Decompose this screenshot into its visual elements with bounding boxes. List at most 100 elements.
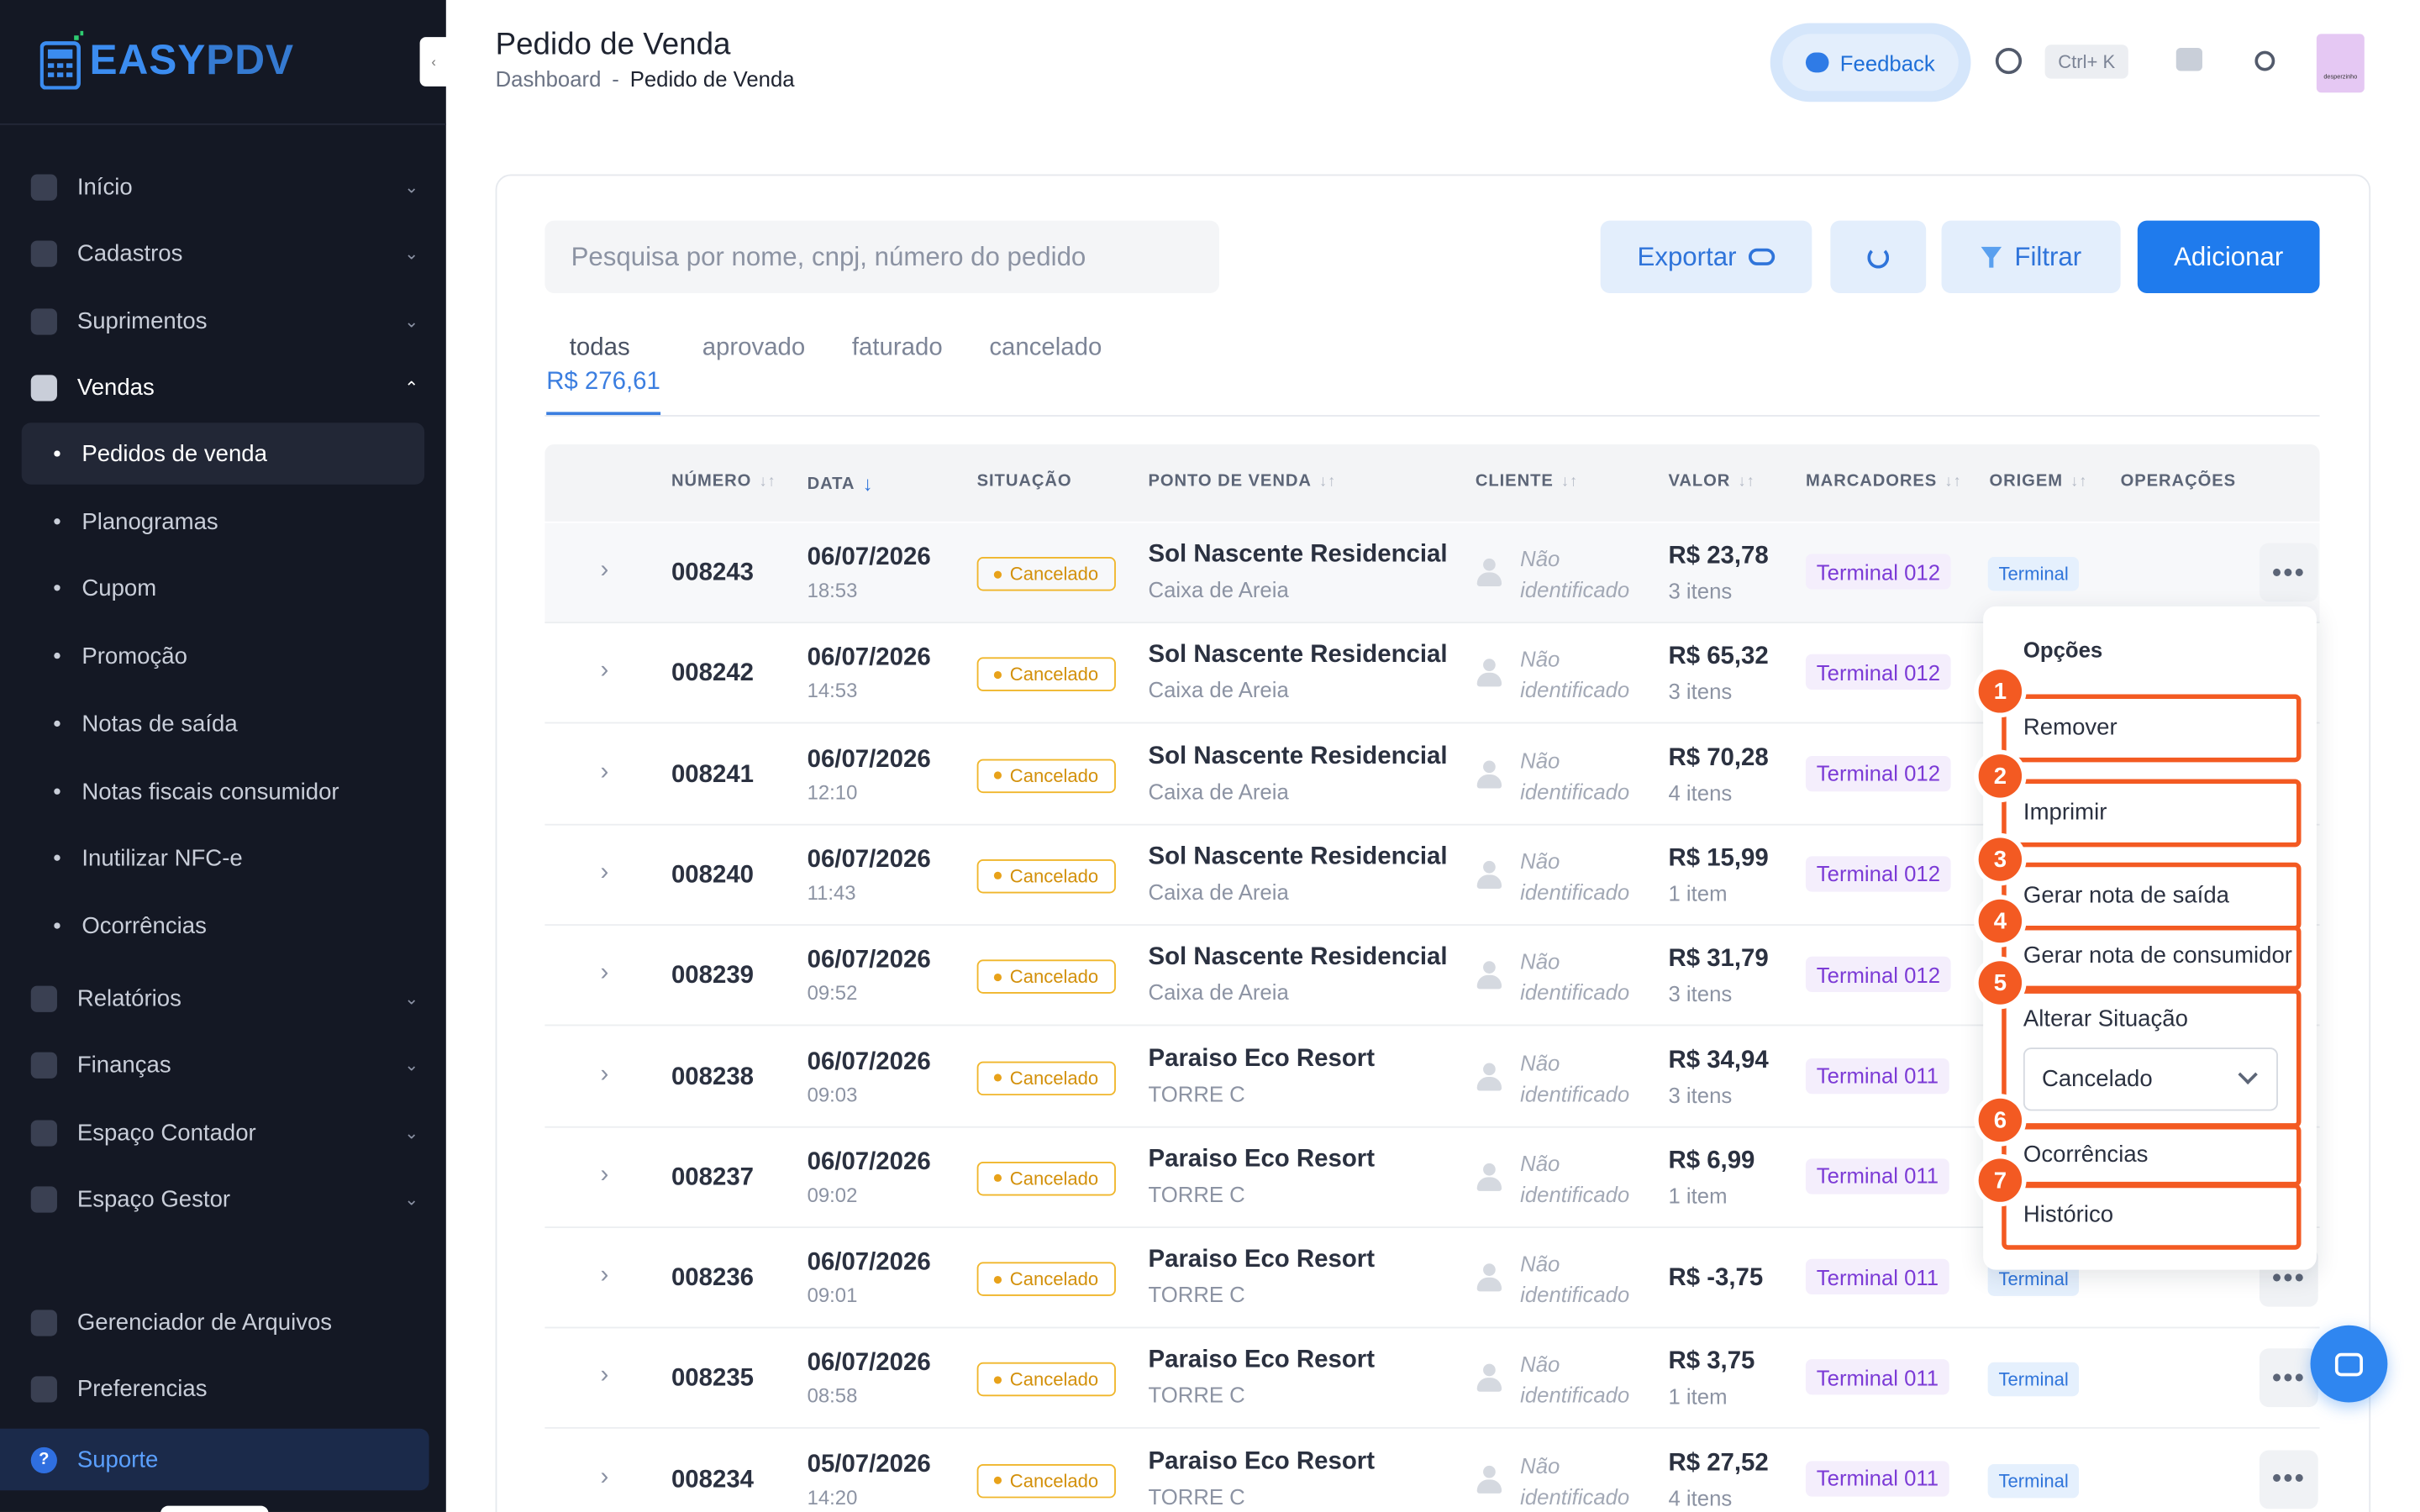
sidebar-subitem-cupom[interactable]: Cupom bbox=[22, 557, 424, 618]
sidebar-subitem-inutilizar-nfce[interactable]: Inutilizar NFC-e bbox=[22, 827, 424, 888]
sidebar-item-espaco-contador[interactable]: Espaço Contador ⌄ bbox=[0, 1101, 446, 1163]
user-icon bbox=[1476, 659, 1502, 687]
feedback-button[interactable]: Feedback bbox=[1770, 23, 1971, 102]
breadcrumb-dashboard[interactable]: Dashboard bbox=[496, 66, 602, 91]
more-options-icon[interactable]: ••• bbox=[2259, 1449, 2318, 1509]
sidebar-subitem-notas-fiscais-consumidor[interactable]: Notas fiscais consumidor bbox=[22, 760, 424, 822]
avatar[interactable]: desperzinho bbox=[2316, 34, 2365, 93]
expand-chevron-icon[interactable]: › bbox=[600, 859, 608, 887]
expand-chevron-icon[interactable]: › bbox=[600, 557, 608, 585]
breadcrumb-separator: - bbox=[612, 66, 619, 92]
client-line-2: identificado bbox=[1520, 778, 1630, 804]
point-of-sale-name: Paraiso Eco Resort bbox=[1148, 1347, 1376, 1374]
order-time: 09:02 bbox=[807, 1183, 858, 1206]
search-icon[interactable] bbox=[1995, 47, 2023, 75]
sidebar-item-suporte[interactable]: ? Suporte bbox=[0, 1428, 429, 1491]
filter-button[interactable]: Filtrar bbox=[1941, 220, 2121, 293]
highlight-box-ocorrencias bbox=[2002, 1124, 2302, 1187]
expand-chevron-icon[interactable]: › bbox=[600, 658, 608, 685]
sidebar-subitem-label: Planogramas bbox=[82, 508, 218, 535]
table-row[interactable]: › 008235 06/07/2026 08:58 Cancelado Paraiso E… bbox=[544, 1329, 2320, 1430]
sidebar-subitem-ocorrencias[interactable]: Ocorrências bbox=[22, 895, 424, 956]
export-button[interactable]: Exportar bbox=[1600, 220, 1812, 293]
column-marcadores[interactable]: MARCADORES ↓↑ bbox=[1806, 472, 1962, 491]
theme-toggle-icon[interactable] bbox=[2254, 50, 2275, 71]
pos-terminal-icon bbox=[39, 30, 84, 90]
logo[interactable]: EASYPDV bbox=[39, 30, 294, 90]
sidebar-item-suprimentos[interactable]: Suprimentos ⌄ bbox=[0, 290, 446, 351]
search-input[interactable] bbox=[544, 220, 1219, 293]
column-data[interactable]: DATA ↓ bbox=[808, 472, 874, 496]
bullet-icon bbox=[54, 720, 60, 727]
client-line-1: Não bbox=[1520, 1049, 1560, 1075]
sidebar-item-inicio[interactable]: Início ⌄ bbox=[0, 156, 446, 218]
more-options-icon[interactable]: ••• bbox=[2259, 543, 2318, 602]
sidebar-collapse-button[interactable]: ‹ bbox=[419, 37, 448, 87]
column-numero[interactable]: NÚMERO ↓↑ bbox=[671, 472, 776, 491]
sidebar-subitem-planogramas[interactable]: Planogramas bbox=[22, 491, 424, 552]
expand-chevron-icon[interactable]: › bbox=[600, 1162, 608, 1189]
sidebar-item-financas[interactable]: Finanças ⌄ bbox=[0, 1034, 446, 1095]
tab-aprovado[interactable]: aprovado bbox=[702, 335, 806, 363]
chevron-down-icon: ⌄ bbox=[404, 312, 419, 331]
sidebar-item-label: Suprimentos bbox=[76, 307, 208, 334]
point-of-sale-name: Sol Nascente Residencial bbox=[1148, 944, 1448, 971]
sidebar-item-preferencias[interactable]: Preferencias bbox=[0, 1357, 446, 1419]
sidebar-item-cadastros[interactable]: Cadastros ⌄ bbox=[0, 222, 446, 283]
column-origem[interactable]: ORIGEM ↓↑ bbox=[1990, 472, 2088, 491]
marker-tag: Terminal 012 bbox=[1805, 654, 1951, 690]
sidebar-item-gerenciador-arquivos[interactable]: Gerenciador de Arquivos bbox=[0, 1291, 446, 1352]
column-label: ORIGEM bbox=[1989, 472, 2063, 491]
sidebar-footer-pill bbox=[160, 1505, 269, 1512]
sidebar-subitem-promocao[interactable]: Promoção bbox=[22, 625, 424, 686]
sidebar-subitem-pedidos-de-venda[interactable]: Pedidos de venda bbox=[21, 423, 425, 485]
client-name: Não identificado bbox=[1520, 1047, 1659, 1108]
more-options-icon[interactable]: ••• bbox=[2259, 1348, 2318, 1408]
status-label: Cancelado bbox=[1009, 1268, 1099, 1290]
table-row[interactable]: › 008234 05/07/2026 14:20 Cancelado Paraiso E… bbox=[544, 1430, 2319, 1512]
order-number: 008240 bbox=[671, 862, 755, 889]
refresh-button[interactable] bbox=[1830, 220, 1927, 293]
status-dot-icon bbox=[994, 771, 1002, 780]
messages-icon[interactable] bbox=[2175, 47, 2202, 71]
chat-icon bbox=[2334, 1352, 2363, 1376]
column-cliente[interactable]: CLIENTE ↓↑ bbox=[1476, 472, 1578, 491]
expand-chevron-icon[interactable]: › bbox=[600, 960, 608, 988]
status-badge: Cancelado bbox=[976, 858, 1116, 894]
column-ponto-de-venda[interactable]: PONTO DE VENDA ↓↑ bbox=[1149, 472, 1337, 491]
highlight-box-gerar-nota-consumidor bbox=[2002, 926, 2302, 991]
client-line-2: identificado bbox=[1520, 1483, 1630, 1509]
status-badge: Cancelado bbox=[976, 557, 1116, 591]
point-of-sale-location: TORRE C bbox=[1148, 1383, 1245, 1408]
expand-chevron-icon[interactable]: › bbox=[600, 1363, 608, 1391]
add-button[interactable]: Adicionar bbox=[2137, 220, 2320, 293]
chat-support-button[interactable] bbox=[2310, 1325, 2388, 1403]
column-valor[interactable]: VALOR ↓↑ bbox=[1668, 472, 1754, 491]
client-name: Não identificado bbox=[1520, 643, 1659, 705]
expand-chevron-icon[interactable]: › bbox=[600, 1061, 608, 1089]
sidebar-item-vendas[interactable]: Vendas ⌃ bbox=[0, 356, 446, 417]
sidebar-item-relatorios[interactable]: Relatórios ⌄ bbox=[0, 968, 446, 1029]
client-line-2: identificado bbox=[1520, 879, 1630, 905]
marker-tag: Terminal 011 bbox=[1805, 1359, 1949, 1396]
tab-todas[interactable]: todas bbox=[570, 335, 630, 363]
expand-chevron-icon[interactable]: › bbox=[600, 759, 608, 786]
user-icon bbox=[1476, 558, 1502, 586]
order-date: 05/07/2026 bbox=[807, 1451, 931, 1478]
tab-faturado[interactable]: faturado bbox=[852, 335, 943, 363]
step-badge-6: 6 bbox=[1978, 1098, 2023, 1142]
marker-tag: Terminal 012 bbox=[1805, 856, 1951, 892]
order-item-count: 3 itens bbox=[1668, 578, 1733, 604]
sort-icon: ↓↑ bbox=[1560, 472, 1579, 491]
order-value: R$ 15,99 bbox=[1668, 845, 1769, 872]
expand-chevron-icon[interactable]: › bbox=[600, 1263, 608, 1290]
sidebar-item-espaco-gestor[interactable]: Espaço Gestor ⌄ bbox=[0, 1168, 446, 1229]
client-line-1: Não bbox=[1520, 1150, 1560, 1176]
expand-chevron-icon[interactable]: › bbox=[600, 1463, 608, 1491]
sidebar-subitem-notas-de-saida[interactable]: Notas de saída bbox=[22, 693, 424, 754]
users-icon bbox=[30, 1185, 57, 1212]
box-icon bbox=[30, 307, 57, 334]
app-root: EASYPDV ‹ Início ⌄ Cadastros ⌄ Supriment… bbox=[0, 0, 2420, 1512]
tab-cancelado[interactable]: cancelado bbox=[989, 335, 1102, 363]
sort-icon: ↓↑ bbox=[1944, 472, 1962, 491]
